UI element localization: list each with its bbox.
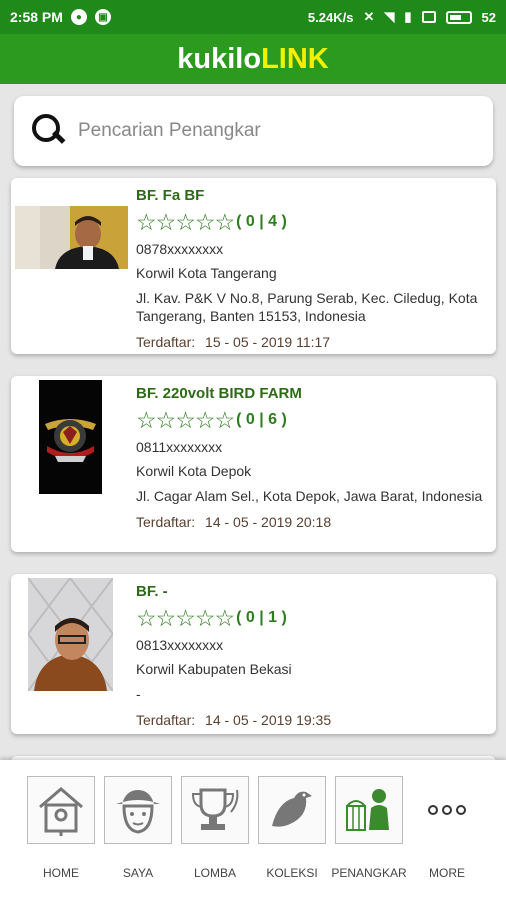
app-title-bar: kukilo LINK xyxy=(0,34,506,84)
rating: ☆ ☆ ☆ ☆ ☆ ( 0 | 1 ) xyxy=(136,606,496,630)
notification-icon: ▣ xyxy=(94,9,111,25)
birdhouse-icon[interactable] xyxy=(27,776,95,844)
breeder-region: Korwil Kabupaten Bekasi xyxy=(136,661,292,677)
star-outline-icon: ☆ xyxy=(136,407,157,433)
nav-more[interactable]: MORE xyxy=(412,776,482,880)
nav-lomba[interactable]: LOMBA xyxy=(180,776,250,880)
nav-penangkar[interactable]: PENANGKAR xyxy=(331,776,407,880)
registration-label: Terdaftar: xyxy=(136,334,196,350)
star-outline-icon: ☆ xyxy=(194,407,216,433)
breeder-region: Korwil Kota Tangerang xyxy=(136,265,277,281)
star-outline-icon: ☆ xyxy=(214,605,236,631)
breeder-address: - xyxy=(136,686,141,702)
bird-icon[interactable] xyxy=(258,776,326,844)
registration-date: 15 - 05 - 2019 11:17 xyxy=(205,334,331,350)
breeder-phone: 0878xxxxxxxx xyxy=(136,241,224,257)
breeder-card[interactable]: BF. 220volt BIRD FARM ☆ ☆ ☆ ☆ ☆ ( 0 | 6 … xyxy=(11,376,496,552)
rating-counts: ( 0 | 6 ) xyxy=(236,411,287,428)
breeder-phone: 0813xxxxxxxx xyxy=(136,637,224,653)
rating-counts: ( 0 | 1 ) xyxy=(236,609,287,626)
star-outline-icon: ☆ xyxy=(136,209,157,235)
farm-logo xyxy=(39,380,102,494)
registration-label: Terdaftar: xyxy=(136,514,196,530)
breeder-name[interactable]: BF. 220volt BIRD FARM xyxy=(136,384,496,404)
breeder-photo xyxy=(28,578,113,691)
search-icon[interactable] xyxy=(30,112,64,150)
breeder-list[interactable]: BF. Fa BF ☆ ☆ ☆ ☆ ☆ ( 0 | 4 ) 0878xxxxxx… xyxy=(0,84,506,760)
wifi-icon: ◥ xyxy=(384,9,395,24)
star-outline-icon: ☆ xyxy=(175,407,196,433)
notification-icon: ● xyxy=(70,9,87,25)
breeder-name[interactable]: BF. - xyxy=(136,582,496,602)
nav-label: PENANGKAR xyxy=(331,866,407,880)
registration-info: Terdaftar: 15 - 05 - 2019 11:17 xyxy=(136,333,496,351)
star-outline-icon: ☆ xyxy=(155,605,177,631)
nav-koleksi[interactable]: KOLEKSI xyxy=(257,776,327,880)
bottom-navigation: HOME SAYA LOMBA KOLEKSI PENANGKAR MORE xyxy=(0,760,506,900)
registration-date: 14 - 05 - 2019 20:18 xyxy=(205,514,332,530)
status-bar: 2:58 PM ● ▣ 5.24K/s ✕ ◥ ▮ 52 xyxy=(0,0,506,34)
star-outline-icon: ☆ xyxy=(175,605,196,631)
breeder-address: Jl. Cagar Alam Sel., Kota Depok, Jawa Ba… xyxy=(136,488,483,504)
more-icon[interactable] xyxy=(413,776,481,844)
battery-icon xyxy=(445,10,472,24)
registration-date: 14 - 05 - 2019 19:35 xyxy=(205,712,332,728)
search-input[interactable] xyxy=(78,120,458,142)
nav-label: LOMBA xyxy=(193,866,236,880)
star-outline-icon: ☆ xyxy=(155,209,177,235)
nav-label: SAYA xyxy=(122,866,154,880)
breeder-region: Korwil Kota Depok xyxy=(136,463,252,479)
nav-saya[interactable]: SAYA xyxy=(103,776,173,880)
status-time: 2:58 PM xyxy=(10,9,63,25)
signal-icon: ▮ xyxy=(404,9,412,24)
nav-label: KOLEKSI xyxy=(266,866,318,880)
breeder-address: Jl. Kav. P&K V No.8, Parung Serab, Kec. … xyxy=(136,290,478,324)
nav-label: HOME xyxy=(43,866,79,880)
registration-label: Terdaftar: xyxy=(136,712,196,728)
breeder-name[interactable]: BF. Fa BF xyxy=(136,186,496,206)
battery-level: 52 xyxy=(481,9,496,25)
star-outline-icon: ☆ xyxy=(214,209,236,235)
breeder-card[interactable]: BF. Fa BF ☆ ☆ ☆ ☆ ☆ ( 0 | 4 ) 0878xxxxxx… xyxy=(11,178,496,354)
rating: ☆ ☆ ☆ ☆ ☆ ( 0 | 4 ) xyxy=(136,210,496,234)
breeder-phone: 0811xxxxxxxx xyxy=(136,439,223,455)
star-outline-icon: ☆ xyxy=(214,407,236,433)
search-bar[interactable] xyxy=(14,96,493,166)
breeder-icon[interactable] xyxy=(335,776,403,844)
star-outline-icon: ☆ xyxy=(175,209,196,235)
star-outline-icon: ☆ xyxy=(136,605,157,631)
nav-home[interactable]: HOME xyxy=(26,776,96,880)
registration-info: Terdaftar: 14 - 05 - 2019 19:35 xyxy=(136,711,496,729)
mute-icon: ✕ xyxy=(363,9,375,24)
app-title-main: kukilo xyxy=(177,42,262,75)
network-speed: 5.24K/s xyxy=(307,9,354,25)
breeder-card[interactable]: BF. - ☆ ☆ ☆ ☆ ☆ ( 0 | 1 ) 0813xxxxxxxx K… xyxy=(11,574,496,734)
battery-saver-icon xyxy=(421,11,436,23)
trophy-icon[interactable] xyxy=(181,776,249,844)
breeder-photo xyxy=(15,206,128,269)
app-title-accent: LINK xyxy=(261,42,329,75)
star-outline-icon: ☆ xyxy=(194,605,216,631)
rating: ☆ ☆ ☆ ☆ ☆ ( 0 | 6 ) xyxy=(136,408,496,432)
star-outline-icon: ☆ xyxy=(155,407,177,433)
star-outline-icon: ☆ xyxy=(194,209,216,235)
registration-info: Terdaftar: 14 - 05 - 2019 20:18 xyxy=(136,513,496,531)
rating-counts: ( 0 | 4 ) xyxy=(236,213,287,230)
user-hat-icon[interactable] xyxy=(104,776,172,844)
nav-label: MORE xyxy=(429,866,465,880)
